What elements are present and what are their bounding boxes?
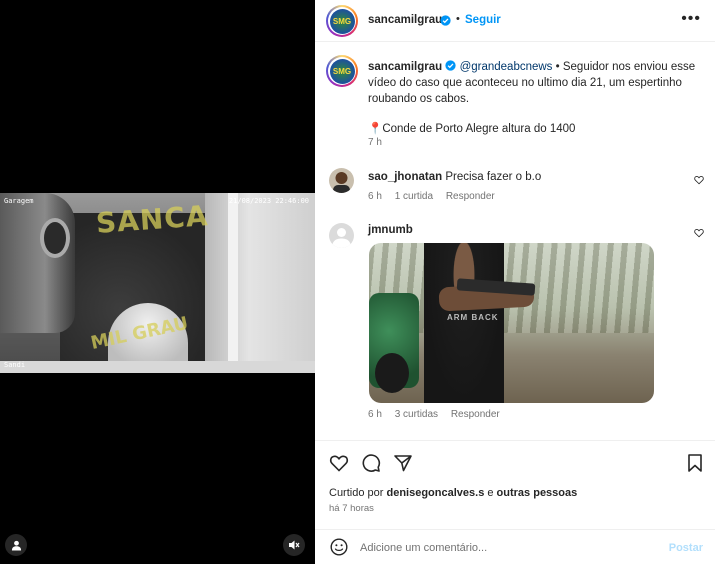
commenter-username[interactable]: jmnumb (368, 224, 413, 236)
liked-by-user[interactable]: denisegoncalves.s (386, 487, 484, 499)
pin-icon: 📍 (368, 123, 383, 135)
share-icon[interactable] (393, 453, 413, 473)
caption-author-avatar[interactable]: SMG (326, 55, 358, 87)
caption-mention-link[interactable]: @grandeabcnews (460, 61, 553, 73)
reply-button[interactable]: Responder (446, 191, 495, 202)
camera-timestamp: 21/08/2023 22:46:00 (228, 197, 309, 205)
post-comment-button[interactable]: Postar (669, 542, 703, 554)
emoji-icon[interactable] (330, 538, 348, 556)
post-header: SMG sancamilgrau • Seguir ••• (315, 0, 715, 42)
camera-label: Garagem (4, 197, 34, 205)
follow-button[interactable]: Seguir (465, 14, 501, 26)
caption-location: 📍Conde de Porto Alegre altura do 1400 (368, 121, 698, 137)
brand-logo-icon: SMG (329, 8, 355, 34)
liked-by-and: e (484, 487, 497, 499)
mute-button[interactable] (283, 534, 305, 556)
user-photo-icon (329, 168, 354, 193)
heart-icon[interactable] (329, 453, 349, 473)
user-icon (11, 540, 21, 551)
video-pole (228, 193, 238, 373)
add-comment-row: Postar (315, 529, 715, 564)
commenter-avatar[interactable] (329, 223, 354, 248)
caption-username[interactable]: sancamilgrau (368, 61, 442, 73)
verified-badge-icon (440, 15, 451, 26)
comment-likes[interactable]: 3 curtidas (395, 409, 438, 420)
more-options-button[interactable]: ••• (681, 10, 701, 28)
commenter-avatar[interactable] (329, 168, 354, 193)
author-username[interactable]: sancamilgrau (368, 14, 442, 26)
post-media[interactable]: SANCA MIL GRAU Garagem 21/08/2023 22:46:… (0, 0, 315, 564)
comment-likes[interactable]: 1 curtida (395, 191, 433, 202)
video-wall (205, 193, 315, 373)
caption-text: sancamilgrau @grandeabcnews • Seguidor n… (368, 59, 698, 137)
comment-heart-icon[interactable] (694, 175, 704, 185)
comment-gif[interactable]: ARM BACK (369, 243, 654, 403)
comment-text: sao_jhonatan Precisa fazer o b.o (368, 170, 541, 185)
header-separator: • (456, 13, 460, 25)
caption-location-text: Conde de Porto Alegre altura do 1400 (382, 123, 576, 135)
camera-name: Sandi (4, 361, 26, 369)
post-actions: Curtido por denisegoncalves.s e outras p… (315, 440, 715, 564)
gif-tire (375, 353, 409, 393)
comment-heart-icon[interactable] (694, 228, 704, 238)
liked-by-prefix: Curtido por (329, 487, 387, 499)
author-avatar[interactable]: SMG (326, 5, 358, 37)
liked-by-others[interactable]: outras pessoas (497, 487, 578, 499)
default-avatar-icon (329, 223, 354, 248)
gif-man (424, 243, 504, 403)
video-car (0, 193, 75, 333)
comment-time[interactable]: 6 h (368, 191, 382, 202)
comment-input[interactable] (360, 538, 650, 558)
post-sidebar: SMG sancamilgrau • Seguir ••• SMG sancam… (315, 0, 715, 564)
brand-logo-icon: SMG (329, 58, 355, 84)
comment-body: Precisa fazer o b.o (445, 171, 542, 183)
liked-by: Curtido por denisegoncalves.s e outras p… (329, 487, 577, 499)
comment-meta: 6 h 1 curtida Responder (368, 191, 505, 202)
comment-time[interactable]: 6 h (368, 409, 382, 420)
gif-shirt-text: ARM BACK (447, 313, 499, 322)
caption-time[interactable]: 7 h (368, 137, 382, 148)
video-car-wheel (40, 218, 70, 258)
video-frame[interactable]: SANCA MIL GRAU Garagem 21/08/2023 22:46:… (0, 193, 315, 373)
bookmark-icon[interactable] (685, 453, 705, 473)
post-time[interactable]: há 7 horas (329, 503, 374, 514)
speaker-muted-icon (289, 540, 300, 550)
comment-icon[interactable] (361, 453, 381, 473)
video-sill (0, 361, 315, 373)
tagged-users-button[interactable] (5, 534, 27, 556)
commenter-username[interactable]: sao_jhonatan (368, 171, 442, 183)
reply-button[interactable]: Responder (451, 409, 500, 420)
comment-text: jmnumb (368, 223, 413, 238)
comment-meta: 6 h 3 curtidas Responder (368, 409, 510, 420)
verified-badge-icon (445, 60, 456, 71)
